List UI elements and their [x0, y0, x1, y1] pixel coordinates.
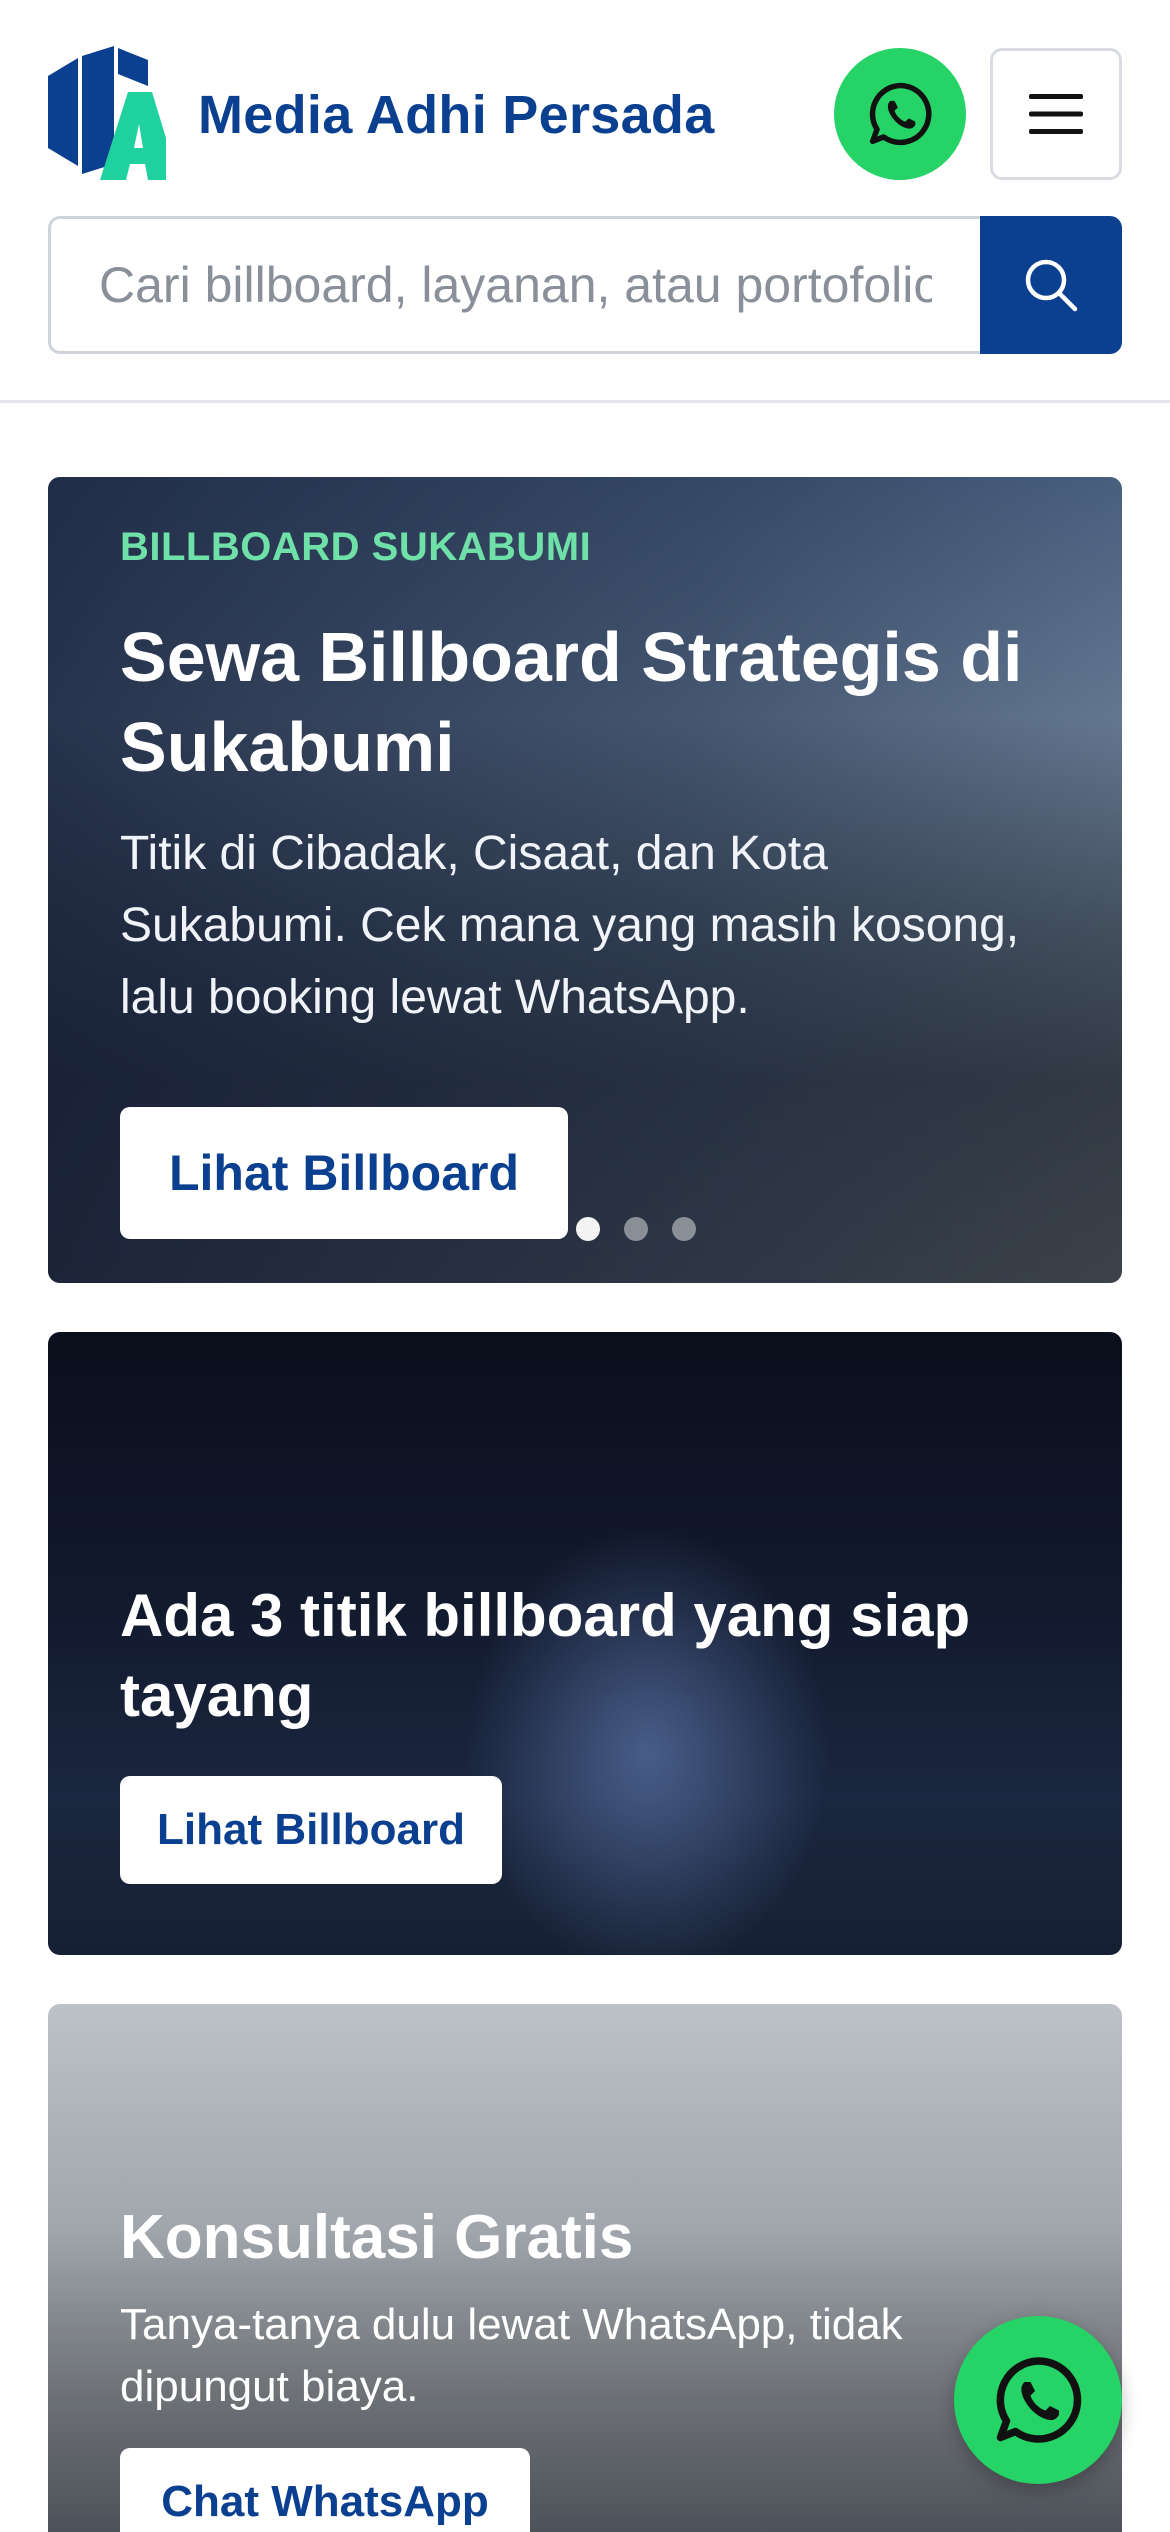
consultation-card: Konsultasi Gratis Tanya-tanya dulu lewat… — [48, 2004, 1122, 2532]
page: Media Adhi Persada Cari billboard, layan… — [0, 0, 1170, 2532]
search-bar — [48, 216, 1122, 354]
carousel-dot-2[interactable] — [624, 1217, 648, 1241]
hero-cta-button[interactable]: Lihat Billboard — [120, 1107, 568, 1239]
search-input[interactable] — [48, 216, 980, 354]
billboard-promo-title: Ada 3 titik billboard yang siap tayang — [120, 1582, 971, 1729]
site-header: Media Adhi Persada — [0, 0, 1170, 403]
chat-whatsapp-button[interactable]: Chat WhatsApp — [120, 2448, 530, 2532]
carousel-dots — [576, 1217, 696, 1241]
search-button[interactable] — [980, 216, 1122, 354]
hero-title: Sewa Billboard Strategis di Sukabumi — [120, 618, 1023, 786]
whatsapp-icon — [869, 82, 932, 146]
consultation-title: Konsultasi Gratis — [120, 2203, 634, 2272]
search-icon — [1025, 259, 1078, 312]
floating-whatsapp-button[interactable] — [954, 2316, 1122, 2484]
carousel-dot-3[interactable] — [672, 1217, 696, 1241]
hamburger-menu-icon — [1029, 94, 1083, 134]
hero-text: BILLBOARD SUKABUMI Sewa Billboard Strate… — [120, 525, 1062, 1034]
billboard-promo-button[interactable]: Lihat Billboard — [120, 1776, 502, 1884]
whatsapp-button[interactable] — [834, 48, 966, 180]
hero-eyebrow: BILLBOARD SUKABUMI — [120, 525, 592, 569]
billboard-promo-card: Ada 3 titik billboard yang siap tayang L… — [48, 1332, 1122, 1955]
consultation-description: Tanya-tanya dulu lewat WhatsApp, tidak d… — [120, 2300, 903, 2411]
carousel-dot-1[interactable] — [576, 1217, 600, 1241]
menu-button[interactable] — [990, 48, 1122, 180]
hero-carousel: BILLBOARD SUKABUMI Sewa Billboard Strate… — [48, 477, 1122, 1283]
brand-name[interactable]: Media Adhi Persada — [198, 84, 715, 146]
hero-description: Titik di Cibadak, Cisaat, dan Kota Sukab… — [120, 827, 1020, 1024]
whatsapp-icon — [996, 2357, 1082, 2443]
brand-logo-icon[interactable] — [48, 46, 166, 180]
